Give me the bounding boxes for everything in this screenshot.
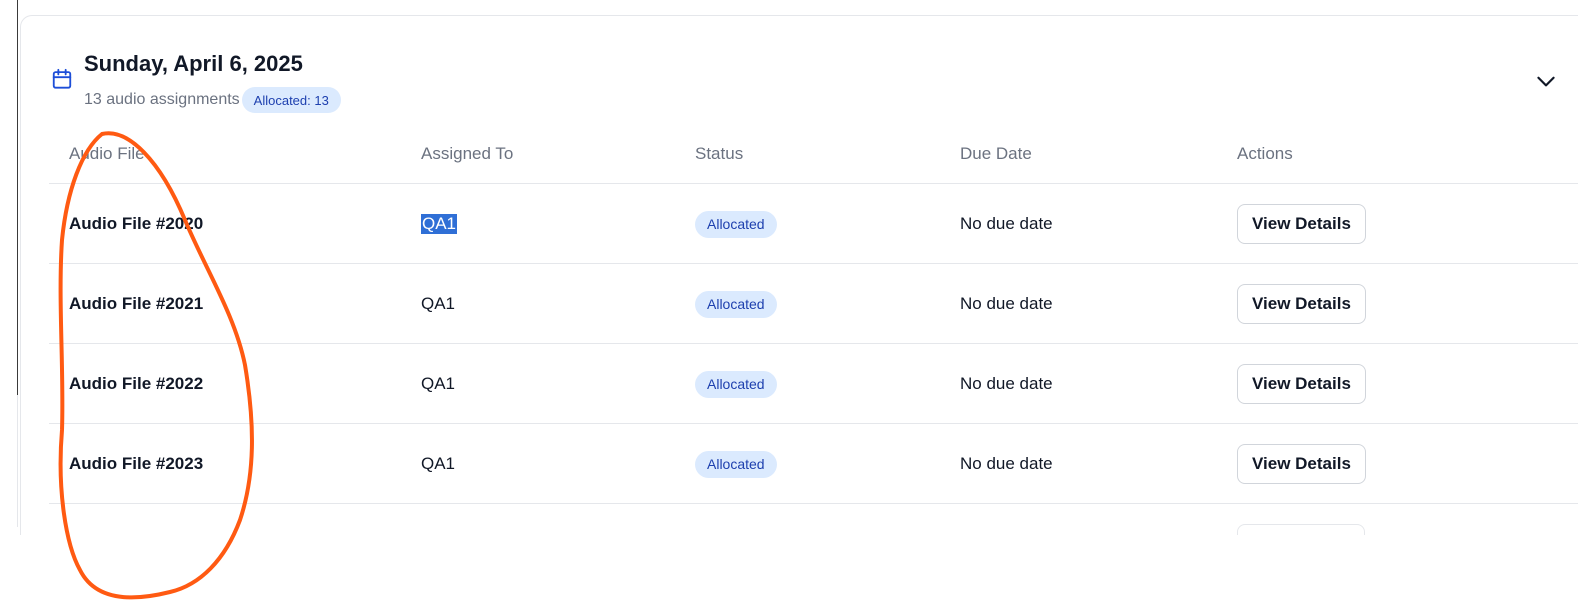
due-date-cell: No due date: [960, 374, 1053, 393]
assigned-to-selected-text: QA1: [421, 214, 458, 234]
status-cell: Allocated: [695, 344, 777, 424]
header-assigned-to: Assigned To: [421, 144, 514, 163]
actions-cell: View Details: [1237, 344, 1366, 424]
status-cell: Allocated: [695, 424, 777, 504]
due-date-cell: No due date: [960, 214, 1053, 233]
status-badge: Allocated: [695, 370, 777, 398]
group-date-title: Sunday, April 6, 2025: [84, 51, 303, 76]
assigned-to-cell: QA1: [421, 374, 456, 393]
audio-file-name: Audio File #2020: [69, 214, 204, 233]
assigned-to-cell: QA1: [421, 454, 456, 473]
due-date-cell: No due date: [960, 294, 1053, 313]
view-details-button[interactable]: View Details: [1237, 284, 1366, 324]
window-edge: [17, 0, 18, 395]
calendar-icon: [52, 68, 72, 89]
status-badge: Allocated: [695, 210, 777, 238]
actions-cell: View Details: [1237, 184, 1366, 264]
table-row: Audio File #2020 QA1 Allocated No due da…: [49, 184, 1578, 264]
view-details-button[interactable]: View Details: [1237, 364, 1366, 404]
actions-cell: View Details: [1237, 424, 1366, 504]
date-group-card: Sunday, April 6, 2025 13 audio assignmen…: [20, 15, 1578, 535]
assignment-count: 13 audio assignments: [84, 91, 240, 108]
table-row: Audio File #2022 QA1 Allocated No due da…: [49, 344, 1578, 424]
header-audio-file: Audio File: [69, 144, 145, 163]
header-actions: Actions: [1237, 144, 1293, 163]
assignments-table: Audio File Assigned To Status Due Date A…: [49, 126, 1578, 535]
view-details-button-partial[interactable]: [1237, 524, 1365, 535]
due-date-cell: No due date: [960, 454, 1053, 473]
view-details-button[interactable]: View Details: [1237, 444, 1366, 484]
chevron-down-icon[interactable]: [1533, 68, 1559, 94]
table-row-partial: [49, 504, 1578, 535]
assigned-to-cell: QA1: [421, 294, 456, 313]
window-edge-lower: [17, 395, 18, 527]
table-header: Audio File Assigned To Status Due Date A…: [49, 126, 1578, 184]
table-row: Audio File #2023 QA1 Allocated No due da…: [49, 424, 1578, 504]
status-cell: Allocated: [695, 264, 777, 344]
status-cell: Allocated: [695, 184, 777, 264]
actions-cell: View Details: [1237, 264, 1366, 344]
assigned-to-cell: QA1: [421, 184, 458, 264]
date-group-header[interactable]: Sunday, April 6, 2025 13 audio assignmen…: [21, 16, 1578, 126]
audio-file-name: Audio File #2023: [69, 454, 204, 473]
audio-file-name: Audio File #2021: [69, 294, 204, 313]
allocated-count-badge: Allocated: 13: [241, 87, 341, 113]
audio-file-name: Audio File #2022: [69, 374, 204, 393]
group-subline: 13 audio assignments Allocated: 13: [84, 87, 341, 113]
status-badge: Allocated: [695, 290, 777, 318]
view-details-button[interactable]: View Details: [1237, 204, 1366, 244]
header-status: Status: [695, 144, 744, 163]
header-due-date: Due Date: [960, 144, 1032, 163]
table-row: Audio File #2021 QA1 Allocated No due da…: [49, 264, 1578, 344]
status-badge: Allocated: [695, 450, 777, 478]
